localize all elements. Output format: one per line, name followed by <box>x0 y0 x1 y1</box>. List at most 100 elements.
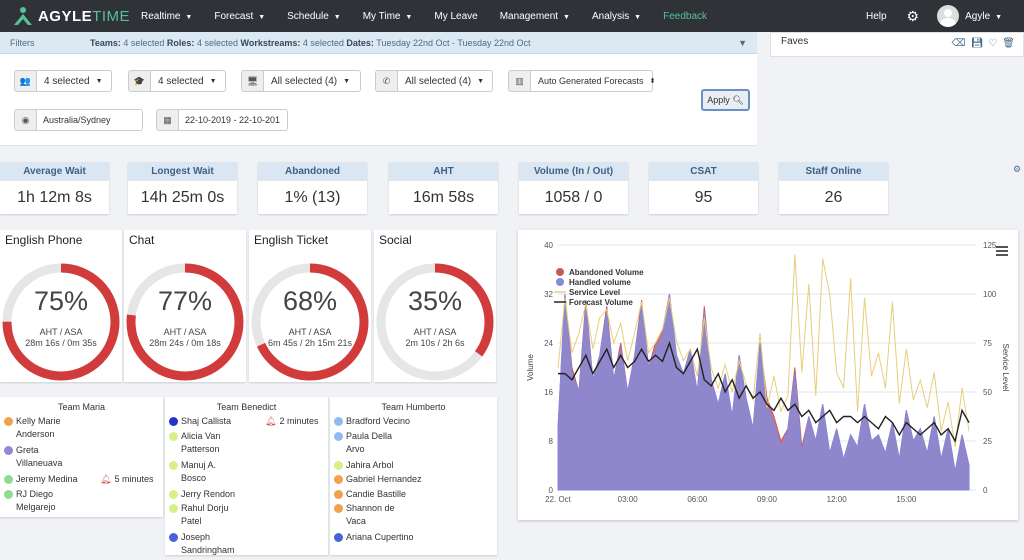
bell-icon: 🔔︎ <box>265 416 277 426</box>
heart-icon[interactable]: ♡ <box>988 38 997 49</box>
chart-menu-icon[interactable] <box>996 246 1008 258</box>
user-menu[interactable]: Agyle ▼ <box>965 11 1002 22</box>
nav-item-schedule[interactable]: Schedule ▼ <box>276 11 352 22</box>
channel-title: English Phone <box>5 233 83 247</box>
team-member[interactable]: Kelly Marie Anderson <box>0 415 163 443</box>
save-icon[interactable]: 💾︎ <box>971 38 984 49</box>
team-member[interactable]: Paula Della Arvo <box>330 430 497 458</box>
filters-header[interactable]: Filters Teams: 4 selected Roles: 4 selec… <box>0 32 757 54</box>
y-right-tick-label: 50 <box>983 388 992 397</box>
timezone-filter: ◉ <box>14 109 143 131</box>
team-title: Team Maria <box>57 402 105 412</box>
kpi-card-staff-online: Staff Online 26 <box>779 162 888 214</box>
nav-item-label: Realtime <box>141 10 181 22</box>
team-member[interactable]: Greta Villaneuava <box>0 444 163 472</box>
phone-icon: ✆ <box>375 70 397 92</box>
team-member[interactable]: Alicia Van Patterson <box>165 430 328 458</box>
channels-filter: ✆ All selected (4) ▼ <box>375 70 493 92</box>
y-tick-label: 0 <box>549 486 554 495</box>
legend-marker <box>556 278 564 286</box>
filters-summary: Teams: 4 selected Roles: 4 selected Work… <box>90 37 531 48</box>
member-name: Gabriel Hernandez <box>346 474 422 484</box>
workstreams-select[interactable]: All selected (4) ▼ <box>263 70 361 92</box>
status-dot-icon <box>4 489 13 499</box>
nav-item-my-leave[interactable]: My Leave <box>423 11 488 22</box>
member-name: Shaj Callista <box>181 416 232 426</box>
nav-item-label: Analysis <box>591 10 630 22</box>
member-name-cont: Anderson <box>16 429 55 439</box>
kpi-value: 1% (13) <box>284 188 341 206</box>
app-logo[interactable]: AGYLETIME <box>12 6 130 26</box>
nav-item-realtime[interactable]: Realtime ▼ <box>130 11 203 22</box>
y-tick-label: 16 <box>544 388 553 397</box>
team-member[interactable]: RJ Diego Melgarejo <box>0 488 163 516</box>
trash-icon[interactable]: 🗑︎ <box>1002 38 1015 49</box>
user-avatar[interactable] <box>937 5 960 27</box>
team-member[interactable]: Shaj Callista 🔔︎ 2 minutes <box>165 415 328 429</box>
status-dot-icon <box>169 417 178 426</box>
forecast-filter: ▥ Auto Generated Forecasts ⬍ <box>508 70 656 92</box>
faves-title: Faves <box>781 36 809 47</box>
x-tick-label: 15:00 <box>896 495 917 504</box>
team-member[interactable]: Jeremy Medina 🔔︎ 5 minutes <box>0 473 163 487</box>
workstreams-filter: 🖥 All selected (4) ▼ <box>241 70 361 92</box>
teams-select[interactable]: 4 selected ▼ <box>36 70 112 92</box>
eraser-icon[interactable]: ⌫ <box>951 38 965 49</box>
channels-select[interactable]: All selected (4) ▼ <box>397 70 493 92</box>
member-name-cont: Arvo <box>346 443 365 454</box>
wait-alert: 🔔︎ 5 minutes <box>100 474 154 484</box>
gear-icon[interactable]: ⚙ <box>907 8 920 25</box>
nav-item-analysis[interactable]: Analysis ▼ <box>581 11 652 22</box>
kpi-value: 14h 25m 0s <box>140 188 225 206</box>
kpi-value: 16m 58s <box>412 188 475 206</box>
nav-item-feedback[interactable]: Feedback <box>652 11 718 22</box>
channel-title: Social <box>379 233 412 247</box>
team-member[interactable]: Shannon de Vaca <box>330 502 497 530</box>
caret-down-icon: ▼ <box>331 13 341 21</box>
member-name-cont: Melgarejo <box>16 501 56 512</box>
collapse-chevron-icon[interactable]: ▼ <box>738 38 747 48</box>
member-name: Kelly Marie <box>16 416 61 426</box>
settings-gear-icon[interactable]: ⚙ <box>1013 164 1021 175</box>
team-member[interactable]: Jahira Arbol <box>330 459 497 473</box>
y-tick-label: 8 <box>549 437 554 446</box>
status-dot-icon <box>4 417 13 426</box>
team-member[interactable]: Gabriel Hernandez <box>330 473 497 487</box>
calendar-icon: ▦ <box>156 109 178 131</box>
status-dot-icon <box>4 475 13 484</box>
team-member[interactable]: Candie Bastille <box>330 488 497 502</box>
member-name-cont: Vaca <box>346 516 366 526</box>
sort-arrows-icon: ⬍ <box>649 78 656 85</box>
kpi-label: Staff Online <box>779 162 888 181</box>
y-right-axis-label: Service Level <box>1001 343 1010 391</box>
date-range-input[interactable] <box>178 109 288 131</box>
caret-down-icon: ▼ <box>561 13 570 21</box>
team-member[interactable]: Ariana Cupertino <box>330 531 497 545</box>
kpi-label: Volume (In / Out) <box>519 162 628 181</box>
nav-item-forecast[interactable]: Forecast ▼ <box>203 11 276 22</box>
member-name-cont: Villaneuava <box>16 458 63 468</box>
team-member[interactable]: Jerry Rendon <box>165 488 328 502</box>
team-member[interactable]: Rahul Dorju Patel <box>165 502 328 530</box>
wait-alert: 🔔︎ 2 minutes <box>265 416 319 426</box>
apply-button[interactable]: Apply 🔍︎ <box>701 89 750 111</box>
help-link[interactable]: Help <box>866 11 887 22</box>
nav-item-management[interactable]: Management ▼ <box>489 11 581 22</box>
nav-item-my-time[interactable]: My Time ▼ <box>352 11 424 22</box>
forecast-select[interactable]: Auto Generated Forecasts ⬍ <box>530 70 656 92</box>
chevron-down-icon: ▼ <box>993 13 1002 21</box>
team-member[interactable]: Joseph Sandringham <box>165 531 328 559</box>
caret-down-icon: ▼ <box>343 77 351 85</box>
kpi-card-longest-wait: Longest Wait 14h 25m 0s <box>128 162 237 214</box>
channel-metric-label: AHT / ASA <box>413 327 457 337</box>
roles-select[interactable]: 4 selected ▼ <box>150 70 226 92</box>
timezone-input[interactable] <box>36 109 143 131</box>
team-member[interactable]: Bradford Vecino <box>330 415 497 429</box>
x-tick-label: 06:00 <box>687 495 708 504</box>
logo-icon <box>13 7 32 25</box>
team-member[interactable]: Manuj A. Bosco <box>165 459 328 487</box>
status-dot-icon <box>334 475 343 484</box>
channel-percent: 75% <box>33 286 89 316</box>
filters-label: Filters <box>10 37 35 48</box>
x-tick-label: 22. Oct <box>545 495 572 504</box>
